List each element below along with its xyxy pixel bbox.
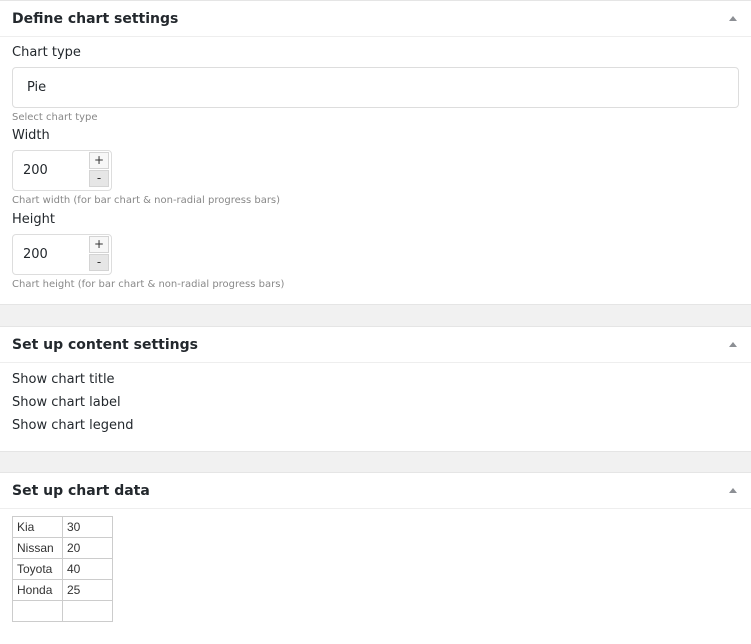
chart-settings-header[interactable]: Define chart settings bbox=[0, 1, 751, 37]
width-spinner[interactable]: 200 + - bbox=[12, 150, 112, 191]
content-settings-header[interactable]: Set up content settings bbox=[0, 327, 751, 363]
width-label: Width bbox=[12, 128, 50, 143]
value-cell[interactable]: 40 bbox=[62, 558, 113, 580]
collapse-triangle-icon[interactable] bbox=[729, 16, 737, 21]
label-cell[interactable]: Nissan bbox=[12, 537, 63, 559]
table-row: Honda 25 bbox=[12, 579, 113, 601]
chart-data-header[interactable]: Set up chart data bbox=[0, 473, 751, 509]
chart-data-panel: Set up chart data Kia 30 Nissan 20 Toyot… bbox=[0, 472, 751, 644]
height-label: Height bbox=[12, 212, 55, 227]
show-chart-legend-option[interactable]: Show chart legend bbox=[12, 418, 134, 434]
chart-settings-panel: Define chart settings Chart type Pie Sel… bbox=[0, 0, 751, 305]
height-increment-button[interactable]: + bbox=[89, 236, 109, 253]
chart-type-value: Pie bbox=[27, 80, 47, 95]
content-settings-panel: Set up content settings Show chart title… bbox=[0, 326, 751, 452]
height-spinner[interactable]: 200 + - bbox=[12, 234, 112, 275]
value-cell[interactable]: 30 bbox=[62, 516, 113, 538]
label-cell[interactable] bbox=[12, 600, 63, 622]
collapse-triangle-icon[interactable] bbox=[729, 342, 737, 347]
label-cell[interactable]: Toyota bbox=[12, 558, 63, 580]
height-help: Chart height (for bar chart & non-radial… bbox=[12, 279, 285, 290]
chart-type-select[interactable]: Pie bbox=[12, 67, 739, 108]
label-cell[interactable]: Kia bbox=[12, 516, 63, 538]
panel-title: Define chart settings bbox=[12, 11, 179, 27]
chart-data-table: Kia 30 Nissan 20 Toyota 40 Honda 25 bbox=[12, 516, 113, 622]
table-row: Nissan 20 bbox=[12, 537, 113, 559]
width-help: Chart width (for bar chart & non-radial … bbox=[12, 195, 281, 206]
show-chart-label-option[interactable]: Show chart label bbox=[12, 395, 121, 411]
table-row: Toyota 40 bbox=[12, 558, 113, 580]
width-value[interactable]: 200 bbox=[23, 163, 48, 179]
value-cell[interactable]: 25 bbox=[62, 579, 113, 601]
table-row: Kia 30 bbox=[12, 516, 113, 538]
width-increment-button[interactable]: + bbox=[89, 152, 109, 169]
table-row bbox=[12, 600, 113, 622]
label-cell[interactable]: Honda bbox=[12, 579, 63, 601]
width-decrement-button[interactable]: - bbox=[89, 170, 109, 187]
chart-type-help: Select chart type bbox=[12, 112, 98, 123]
panel-title: Set up chart data bbox=[12, 483, 150, 499]
show-chart-title-option[interactable]: Show chart title bbox=[12, 372, 115, 388]
panel-title: Set up content settings bbox=[12, 337, 198, 353]
value-cell[interactable]: 20 bbox=[62, 537, 113, 559]
chart-type-label: Chart type bbox=[12, 45, 81, 60]
height-decrement-button[interactable]: - bbox=[89, 254, 109, 271]
height-value[interactable]: 200 bbox=[23, 247, 48, 263]
collapse-triangle-icon[interactable] bbox=[729, 488, 737, 493]
value-cell[interactable] bbox=[62, 600, 113, 622]
